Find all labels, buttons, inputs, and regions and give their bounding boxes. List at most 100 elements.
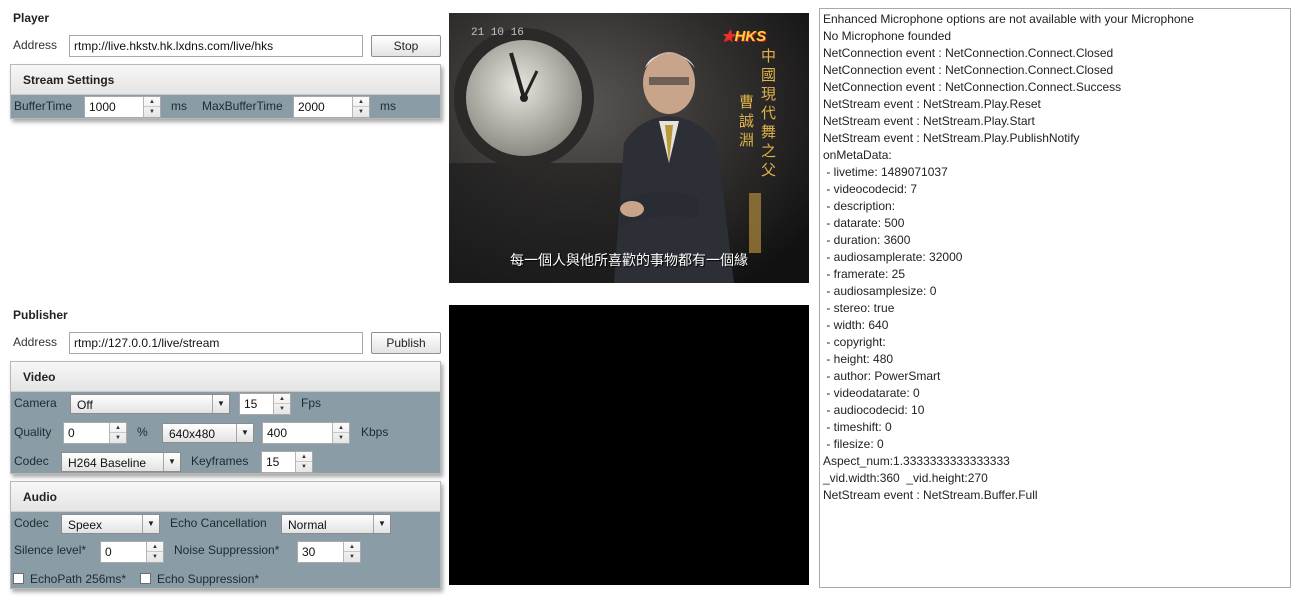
video-codec-select-value: H264 Baseline bbox=[68, 456, 147, 470]
vertical-caption-name: 曹誠淵 bbox=[739, 94, 755, 149]
log-line: NetConnection event : NetConnection.Conn… bbox=[823, 80, 1122, 94]
increment-arrow-icon[interactable]: ▲ bbox=[110, 423, 126, 433]
keyframes-stepper[interactable]: 15 ▲ ▼ bbox=[261, 451, 313, 473]
decrement-arrow-icon[interactable]: ▼ bbox=[296, 462, 312, 472]
increment-arrow-icon[interactable]: ▲ bbox=[344, 542, 360, 552]
noise-suppression-stepper[interactable]: 30 ▲ ▼ bbox=[297, 541, 361, 563]
echo-suppression-checkbox[interactable] bbox=[140, 573, 151, 584]
silence-level-arrows[interactable]: ▲ ▼ bbox=[146, 542, 163, 562]
publisher-title: Publisher bbox=[13, 308, 68, 322]
video-timestamp: 21 10 16 bbox=[471, 27, 524, 39]
log-line: - framerate: 25 bbox=[823, 267, 906, 281]
increment-arrow-icon[interactable]: ▲ bbox=[147, 542, 163, 552]
log-line: - copyright: bbox=[823, 335, 886, 349]
decrement-arrow-icon[interactable]: ▼ bbox=[144, 107, 160, 117]
bitrate-unit: Kbps bbox=[361, 425, 389, 439]
quality-label: Quality bbox=[14, 425, 52, 439]
player-title: Player bbox=[13, 11, 50, 25]
publisher-address-input[interactable]: rtmp://127.0.0.1/live/stream bbox=[69, 332, 363, 354]
log-line: - duration: 3600 bbox=[823, 233, 911, 247]
quality-stepper[interactable]: 0 ▲ ▼ bbox=[63, 422, 127, 444]
publisher-video-preview[interactable] bbox=[449, 305, 809, 585]
log-line: NetConnection event : NetConnection.Conn… bbox=[823, 63, 1114, 77]
decrement-arrow-icon[interactable]: ▼ bbox=[274, 404, 290, 414]
chevron-down-icon[interactable]: ▼ bbox=[142, 515, 159, 533]
video-frame-image bbox=[449, 13, 809, 283]
log-line: - filesize: 0 bbox=[823, 437, 884, 451]
echo-suppression-label: Echo Suppression* bbox=[157, 572, 260, 586]
max-buffer-time-arrows[interactable]: ▲ ▼ bbox=[352, 97, 369, 117]
chevron-down-icon[interactable]: ▼ bbox=[373, 515, 390, 533]
noise-suppression-arrows[interactable]: ▲ ▼ bbox=[343, 542, 360, 562]
increment-arrow-icon[interactable]: ▲ bbox=[274, 394, 290, 404]
increment-arrow-icon[interactable]: ▲ bbox=[144, 97, 160, 107]
silence-level-label: Silence level* bbox=[14, 543, 87, 557]
video-settings-title: Video bbox=[23, 370, 56, 384]
log-line: - audiocodecid: 10 bbox=[823, 403, 925, 417]
log-line: - stereo: true bbox=[823, 301, 895, 315]
stop-button[interactable]: Stop bbox=[371, 35, 441, 57]
echo-cancellation-select-value: Normal bbox=[288, 518, 327, 532]
max-buffer-time-label: MaxBufferTime bbox=[202, 99, 283, 113]
log-line: No Microphone founded bbox=[823, 29, 952, 43]
audio-codec-select-value: Speex bbox=[68, 518, 103, 532]
fps-stepper[interactable]: 15 ▲ ▼ bbox=[239, 393, 291, 415]
log-line: NetStream event : NetStream.Buffer.Full bbox=[823, 488, 1038, 502]
quality-unit: % bbox=[137, 425, 148, 439]
silence-level-stepper[interactable]: 0 ▲ ▼ bbox=[100, 541, 164, 563]
fps-arrows[interactable]: ▲ ▼ bbox=[273, 394, 290, 414]
bitrate-stepper[interactable]: 400 ▲ ▼ bbox=[262, 422, 350, 444]
decrement-arrow-icon[interactable]: ▼ bbox=[344, 552, 360, 562]
max-buffer-time-value: 2000 bbox=[298, 100, 325, 114]
log-line: Aspect_num:1.3333333333333333 bbox=[823, 454, 1010, 468]
log-line: - livetime: 1489071037 bbox=[823, 165, 948, 179]
camera-select[interactable]: Off ▼ bbox=[70, 394, 230, 414]
chevron-down-icon[interactable]: ▼ bbox=[163, 453, 180, 471]
stream-settings-panel: Stream Settings BufferTime 1000 ▲ ▼ ms M… bbox=[10, 64, 441, 119]
publisher-address-label: Address bbox=[13, 335, 58, 349]
decrement-arrow-icon[interactable]: ▼ bbox=[110, 433, 126, 443]
keyframes-arrows[interactable]: ▲ ▼ bbox=[295, 452, 312, 472]
log-line: - width: 640 bbox=[823, 318, 889, 332]
quality-arrows[interactable]: ▲ ▼ bbox=[109, 423, 126, 443]
noise-suppression-value: 30 bbox=[302, 545, 316, 559]
decrement-arrow-icon[interactable]: ▼ bbox=[353, 107, 369, 117]
increment-arrow-icon[interactable]: ▲ bbox=[296, 452, 312, 462]
echo-path-checkbox[interactable] bbox=[13, 573, 24, 584]
quality-value: 0 bbox=[68, 426, 75, 440]
increment-arrow-icon[interactable]: ▲ bbox=[353, 97, 369, 107]
echo-cancellation-label: Echo Cancellation bbox=[170, 516, 267, 530]
camera-label: Camera bbox=[14, 396, 57, 410]
log-line: NetStream event : NetStream.Play.Publish… bbox=[823, 131, 1080, 145]
log-line: NetConnection event : NetConnection.Conn… bbox=[823, 46, 1114, 60]
audio-settings-panel: Audio Codec Speex ▼ Echo Cancellation No… bbox=[10, 481, 441, 589]
decrement-arrow-icon[interactable]: ▼ bbox=[147, 552, 163, 562]
log-line: - audiosamplesize: 0 bbox=[823, 284, 937, 298]
chevron-down-icon[interactable]: ▼ bbox=[212, 395, 229, 413]
channel-logo: ★HKS bbox=[721, 27, 766, 45]
buffer-time-stepper[interactable]: 1000 ▲ ▼ bbox=[84, 96, 161, 118]
max-buffer-time-stepper[interactable]: 2000 ▲ ▼ bbox=[293, 96, 370, 118]
chevron-down-icon[interactable]: ▼ bbox=[236, 424, 253, 442]
camera-select-value: Off bbox=[77, 398, 93, 412]
buffer-time-arrows[interactable]: ▲ ▼ bbox=[143, 97, 160, 117]
player-address-input[interactable]: rtmp://live.hkstv.hk.lxdns.com/live/hks bbox=[69, 35, 363, 57]
resolution-select[interactable]: 640x480 ▼ bbox=[162, 423, 254, 443]
log-line: - description: bbox=[823, 199, 896, 213]
publish-button[interactable]: Publish bbox=[371, 332, 441, 354]
vertical-caption-title: 中國現代舞之父 bbox=[761, 48, 777, 179]
echo-path-label: EchoPath 256ms* bbox=[30, 572, 127, 586]
log-line: Enhanced Microphone options are not avai… bbox=[823, 12, 1194, 26]
log-line: NetStream event : NetStream.Play.Reset bbox=[823, 97, 1041, 111]
event-log[interactable]: Enhanced Microphone options are not avai… bbox=[819, 8, 1291, 588]
buffer-time-value: 1000 bbox=[89, 100, 116, 114]
player-video[interactable]: 21 10 16 ★HKS 中國現代舞之父 曹誠淵 每一個人與他所喜歡的事物都有… bbox=[449, 13, 809, 283]
increment-arrow-icon[interactable]: ▲ bbox=[333, 423, 349, 433]
fps-label: Fps bbox=[301, 396, 322, 410]
bitrate-arrows[interactable]: ▲ ▼ bbox=[332, 423, 349, 443]
echo-cancellation-select[interactable]: Normal ▼ bbox=[281, 514, 391, 534]
audio-codec-select[interactable]: Speex ▼ bbox=[61, 514, 160, 534]
decrement-arrow-icon[interactable]: ▼ bbox=[333, 433, 349, 443]
log-line: - videodatarate: 0 bbox=[823, 386, 920, 400]
video-codec-select[interactable]: H264 Baseline ▼ bbox=[61, 452, 181, 472]
